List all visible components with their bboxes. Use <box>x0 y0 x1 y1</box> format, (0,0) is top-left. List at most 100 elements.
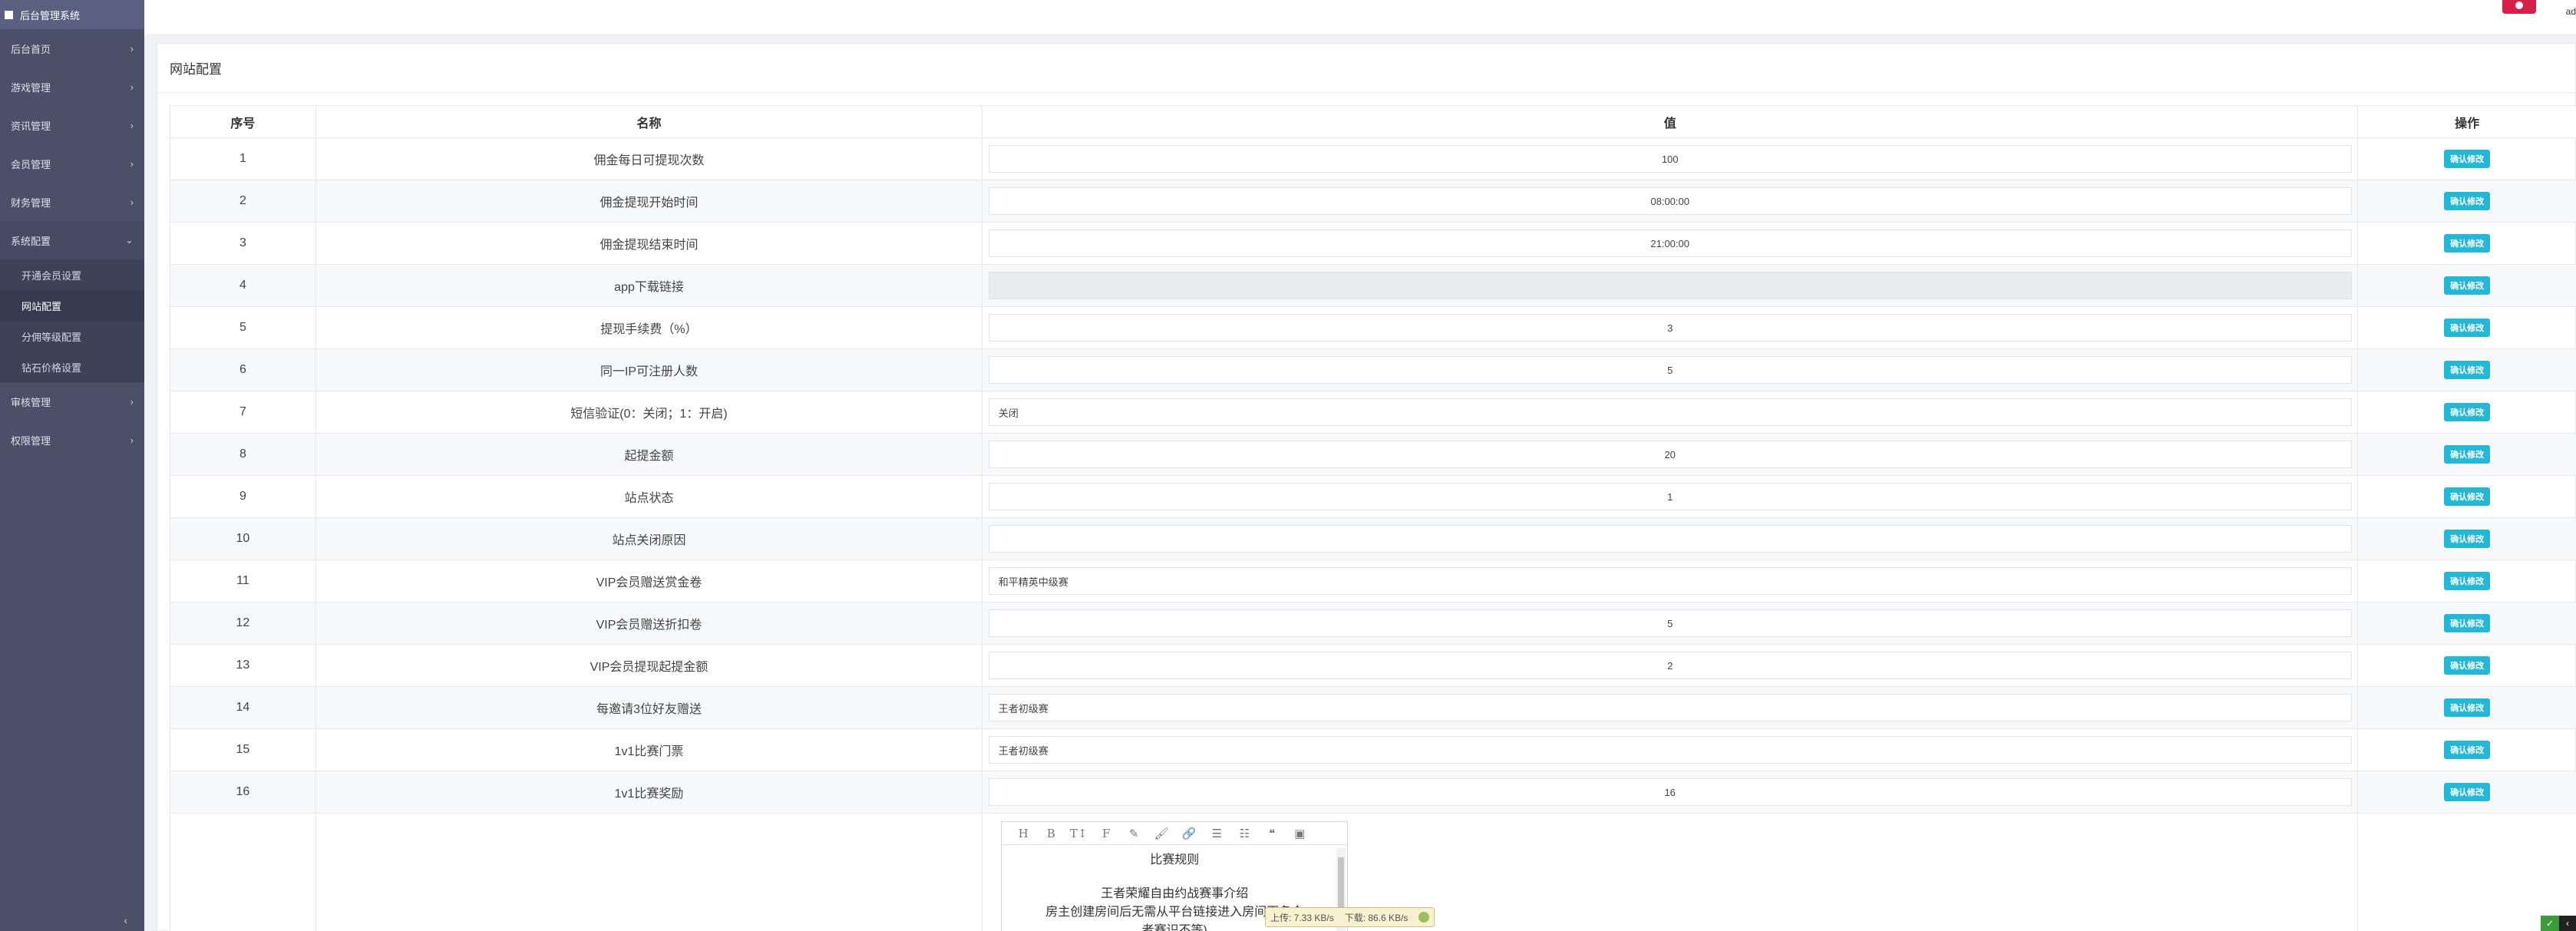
confirm-edit-button[interactable]: 确认修改 <box>2444 319 2491 337</box>
table-row: 10 站点关闭原因 确认修改 <box>170 517 2576 560</box>
table-row: 5 提现手续费（%） 3 确认修改 <box>170 306 2576 349</box>
row-name: 提现手续费（%） <box>315 306 983 349</box>
confirm-edit-button[interactable]: 确认修改 <box>2444 656 2491 675</box>
confirm-edit-button[interactable]: 确认修改 <box>2444 698 2491 717</box>
admin-label[interactable]: ad <box>2566 6 2576 17</box>
table-row: 3 佣金提现结束时间 21:00:00 确认修改 <box>170 222 2576 265</box>
toolbar-icon-9[interactable]: ❝ <box>1258 827 1286 840</box>
toolbar-icon-5[interactable]: 🖌 <box>1148 827 1175 840</box>
menu-item-permissions[interactable]: 权限管理 › <box>0 421 144 459</box>
row-no: 14 <box>170 686 316 729</box>
confirm-edit-button[interactable]: 确认修改 <box>2444 276 2491 295</box>
table-row: 16 1v1比赛奖励 16 确认修改 <box>170 771 2576 814</box>
row-op-cell: 确认修改 <box>2357 644 2576 687</box>
menu-label: 权限管理 <box>11 434 51 447</box>
confirm-edit-button[interactable]: 确认修改 <box>2444 403 2491 421</box>
confirm-edit-button[interactable]: 确认修改 <box>2444 572 2491 590</box>
value-input[interactable]: 08:00:00 <box>988 187 2352 215</box>
menu-item-members[interactable]: 会员管理 › <box>0 144 144 183</box>
toolbar-icon-0[interactable]: H <box>1009 827 1037 840</box>
submenu-item-vip-settings[interactable]: 开通会员设置 <box>0 259 144 290</box>
toolbar-icon-7[interactable]: ☰ <box>1203 827 1230 840</box>
value-input[interactable]: 1 <box>988 483 2352 510</box>
row-value-cell <box>982 264 2359 307</box>
row-value-cell: 1 <box>982 475 2359 518</box>
menu-item-home[interactable]: 后台首页 › <box>0 29 144 68</box>
confirm-edit-button[interactable]: 确认修改 <box>2444 234 2491 253</box>
menu-item-finance[interactable]: 财务管理 › <box>0 183 144 221</box>
confirm-edit-button[interactable]: 确认修改 <box>2444 150 2491 168</box>
value-input[interactable]: 5 <box>988 356 2352 384</box>
value-input[interactable]: 16 <box>988 778 2352 806</box>
value-input[interactable]: 王者初级赛 <box>988 694 2352 721</box>
confirm-edit-button[interactable]: 确认修改 <box>2444 487 2491 506</box>
row-no: 7 <box>170 391 316 434</box>
confirm-edit-button[interactable]: 确认修改 <box>2444 361 2491 379</box>
row-no: 10 <box>170 517 316 560</box>
row-value-cell: 王者初级赛 <box>982 686 2359 729</box>
confirm-edit-button[interactable]: 确认修改 <box>2444 445 2491 464</box>
row-op-cell: 确认修改 <box>2357 391 2576 434</box>
menu-item-system-config[interactable]: 系统配置 ⌄ <box>0 221 144 259</box>
confirm-edit-button[interactable]: 确认修改 <box>2444 614 2491 632</box>
chevron-right-icon: › <box>130 157 134 170</box>
submenu-item-site-config[interactable]: 网站配置 <box>0 290 144 321</box>
row-op-cell: 确认修改 <box>2357 517 2576 560</box>
value-input[interactable]: 和平精英中级赛 <box>988 567 2352 595</box>
menu-item-news[interactable]: 资讯管理 › <box>0 106 144 144</box>
value-input[interactable]: 王者初级赛 <box>988 736 2352 764</box>
row-no <box>170 813 316 931</box>
check-icon: ✓ <box>2541 916 2559 931</box>
value-input[interactable]: 2 <box>988 652 2352 679</box>
toolbar-icon-3[interactable]: F <box>1092 827 1120 840</box>
value-input[interactable]: 关闭 <box>988 398 2352 426</box>
menu-label: 游戏管理 <box>11 81 51 94</box>
table-row: 15 1v1比赛门票 王者初级赛 确认修改 <box>170 728 2576 771</box>
row-no: 8 <box>170 433 316 476</box>
row-value-cell: 5 <box>982 602 2359 645</box>
value-input[interactable]: 100 <box>988 145 2352 173</box>
table-header-row: 序号 名称 值 操作 <box>170 105 2576 138</box>
row-op-cell: 确认修改 <box>2357 433 2576 476</box>
toolbar-icon-6[interactable]: 🔗 <box>1175 827 1203 840</box>
confirm-edit-button[interactable]: 确认修改 <box>2444 530 2491 548</box>
row-op-cell: 确认修改 <box>2357 137 2576 180</box>
value-input[interactable]: 20 <box>988 441 2352 468</box>
chevron-right-icon: › <box>130 42 134 54</box>
menu-item-games[interactable]: 游戏管理 › <box>0 68 144 106</box>
header-op: 操作 <box>2357 105 2576 138</box>
value-input[interactable]: 3 <box>988 314 2352 342</box>
row-name: 1v1比赛门票 <box>315 728 983 771</box>
toolbar-icon-10[interactable]: ▣ <box>1286 827 1313 840</box>
toolbar-icon-8[interactable]: ☷ <box>1230 827 1258 840</box>
chevron-down-icon: ⌄ <box>125 234 134 246</box>
submenu-item-diamond-price[interactable]: 钻石价格设置 <box>0 352 144 382</box>
corner-widget[interactable]: ✓ ‹ <box>2541 916 2576 931</box>
value-input[interactable]: 21:00:00 <box>988 229 2352 257</box>
row-op-cell: 确认修改 <box>2357 771 2576 814</box>
header-value: 值 <box>982 105 2359 138</box>
confirm-edit-button[interactable]: 确认修改 <box>2444 783 2491 801</box>
row-value-cell: 王者初级赛 <box>982 728 2359 771</box>
submenu: 开通会员设置 网站配置 分佣等级配置 钻石价格设置 <box>0 259 144 382</box>
collapse-sidebar-icon[interactable]: ‹ <box>124 914 127 926</box>
avatar[interactable] <box>2502 0 2536 14</box>
network-speed-widget[interactable]: 上传: 7.33 KB/s 下载: 86.6 KB/s <box>1265 907 1435 927</box>
value-input[interactable]: 5 <box>988 609 2352 637</box>
table-row: 4 app下载链接 确认修改 <box>170 264 2576 307</box>
toolbar-icon-1[interactable]: B <box>1037 827 1065 840</box>
row-op-cell: 确认修改 <box>2357 602 2576 645</box>
toolbar-icon-4[interactable]: ✎ <box>1120 827 1148 840</box>
submenu-item-commission-levels[interactable]: 分佣等级配置 <box>0 321 144 352</box>
confirm-edit-button[interactable]: 确认修改 <box>2444 192 2491 210</box>
toolbar-icon-2[interactable]: T↕ <box>1065 827 1092 840</box>
row-value-cell: 100 <box>982 137 2359 180</box>
row-value-cell: 20 <box>982 433 2359 476</box>
brand[interactable]: 后台管理系统 <box>0 0 144 29</box>
chevron-right-icon: › <box>130 395 134 408</box>
row-name: 同一IP可注册人数 <box>315 348 983 391</box>
value-input[interactable] <box>988 525 2352 553</box>
menu-item-review[interactable]: 审核管理 › <box>0 382 144 421</box>
row-name: 佣金提现结束时间 <box>315 222 983 265</box>
confirm-edit-button[interactable]: 确认修改 <box>2444 741 2491 759</box>
